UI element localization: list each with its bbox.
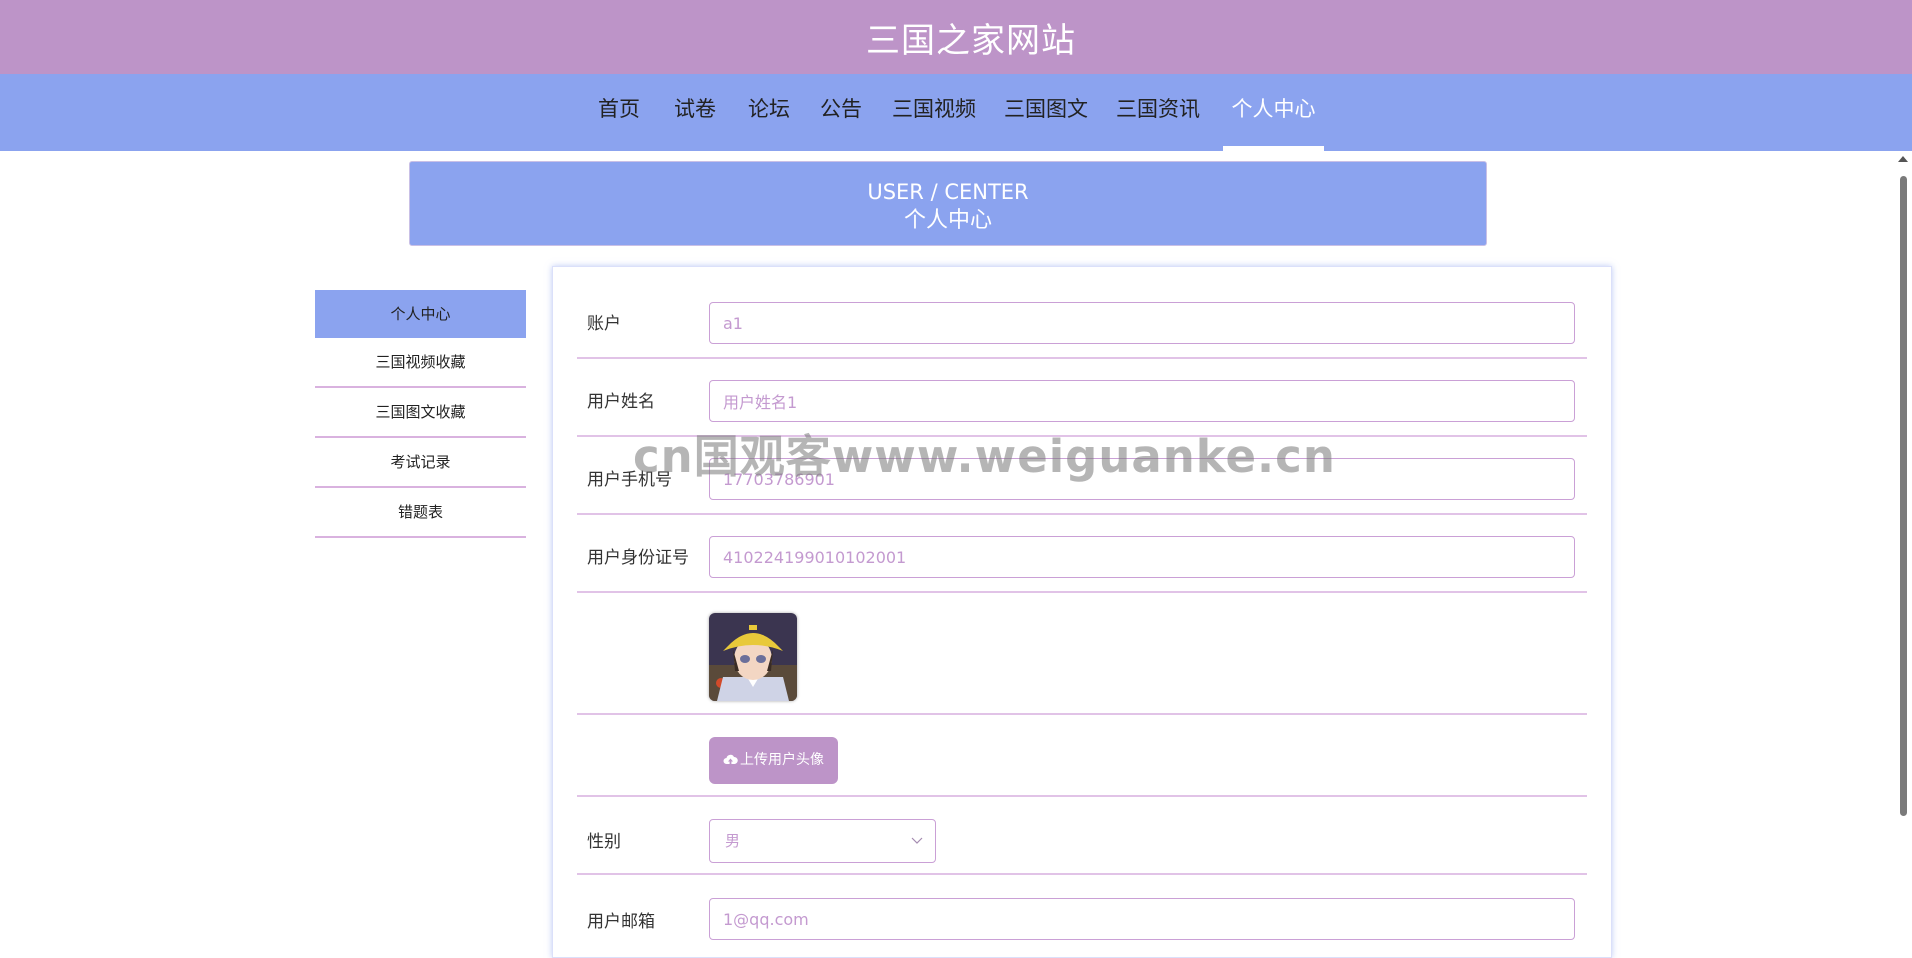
sidebar-item-user-center[interactable]: 个人中心	[315, 290, 526, 338]
id-card-input[interactable]	[709, 536, 1575, 578]
sidebar-item-video-favorites[interactable]: 三国视频收藏	[315, 338, 526, 388]
scroll-thumb[interactable]	[1900, 176, 1907, 816]
chevron-down-icon	[911, 837, 923, 844]
gender-value: 男	[725, 832, 741, 850]
sidebar-item-article-favorites[interactable]: 三国图文收藏	[315, 388, 526, 438]
nav-item-forum[interactable]: 论坛	[746, 74, 792, 151]
sidebar: 个人中心 三国视频收藏 三国图文收藏 考试记录 错题表	[315, 290, 526, 538]
nav-item-article[interactable]: 三国图文	[1002, 74, 1090, 151]
form-row-email: 用户邮箱	[577, 875, 1587, 957]
upload-avatar-label: 上传用户头像	[740, 752, 824, 768]
form-row-upload: 上传用户头像	[577, 715, 1587, 797]
nav-item-news[interactable]: 三国资讯	[1114, 74, 1202, 151]
site-title: 三国之家网站	[866, 20, 1076, 61]
form-row-account: 账户	[577, 267, 1587, 359]
form-row-avatar	[577, 593, 1587, 715]
avatar-image	[709, 613, 797, 701]
banner-title: 个人中心	[903, 208, 992, 233]
main-nav: 首页 试卷 论坛 公告 三国视频 三国图文 三国资讯 个人中心	[0, 74, 1912, 151]
nav-item-user-center[interactable]: 个人中心	[1223, 74, 1324, 151]
nav-item-video[interactable]: 三国视频	[890, 74, 978, 151]
nav-item-home[interactable]: 首页	[596, 74, 642, 151]
watermark: cn国观客www.weiguanke.cn	[633, 430, 1336, 483]
email-label: 用户邮箱	[587, 912, 655, 932]
form-row-gender: 性别 男	[577, 797, 1587, 875]
name-input[interactable]	[709, 380, 1575, 422]
account-input[interactable]	[709, 302, 1575, 344]
profile-form: 账户 用户姓名 用户手机号 用户身份证号	[552, 266, 1612, 958]
page-scrollbar[interactable]	[1894, 152, 1912, 932]
sidebar-item-exam-records[interactable]: 考试记录	[315, 438, 526, 488]
site-header: 三国之家网站	[0, 0, 1912, 74]
name-label: 用户姓名	[587, 392, 655, 412]
account-label: 账户	[587, 314, 621, 334]
cloud-upload-icon	[723, 754, 738, 765]
email-input[interactable]	[709, 898, 1575, 940]
nav-item-notice[interactable]: 公告	[818, 74, 864, 151]
page-banner: USER / CENTER 个人中心	[409, 161, 1487, 246]
form-row-id-card: 用户身份证号	[577, 515, 1587, 593]
banner-subtitle: USER / CENTER	[867, 180, 1029, 204]
scroll-up-arrow-icon[interactable]	[1898, 156, 1908, 162]
user-avatar	[709, 613, 797, 701]
gender-select[interactable]: 男	[709, 819, 936, 863]
nav-item-exam[interactable]: 试卷	[672, 74, 718, 151]
id-card-label: 用户身份证号	[587, 548, 689, 568]
upload-avatar-button[interactable]: 上传用户头像	[709, 737, 838, 784]
sidebar-item-wrong-questions[interactable]: 错题表	[315, 488, 526, 538]
gender-label: 性别	[587, 832, 621, 852]
